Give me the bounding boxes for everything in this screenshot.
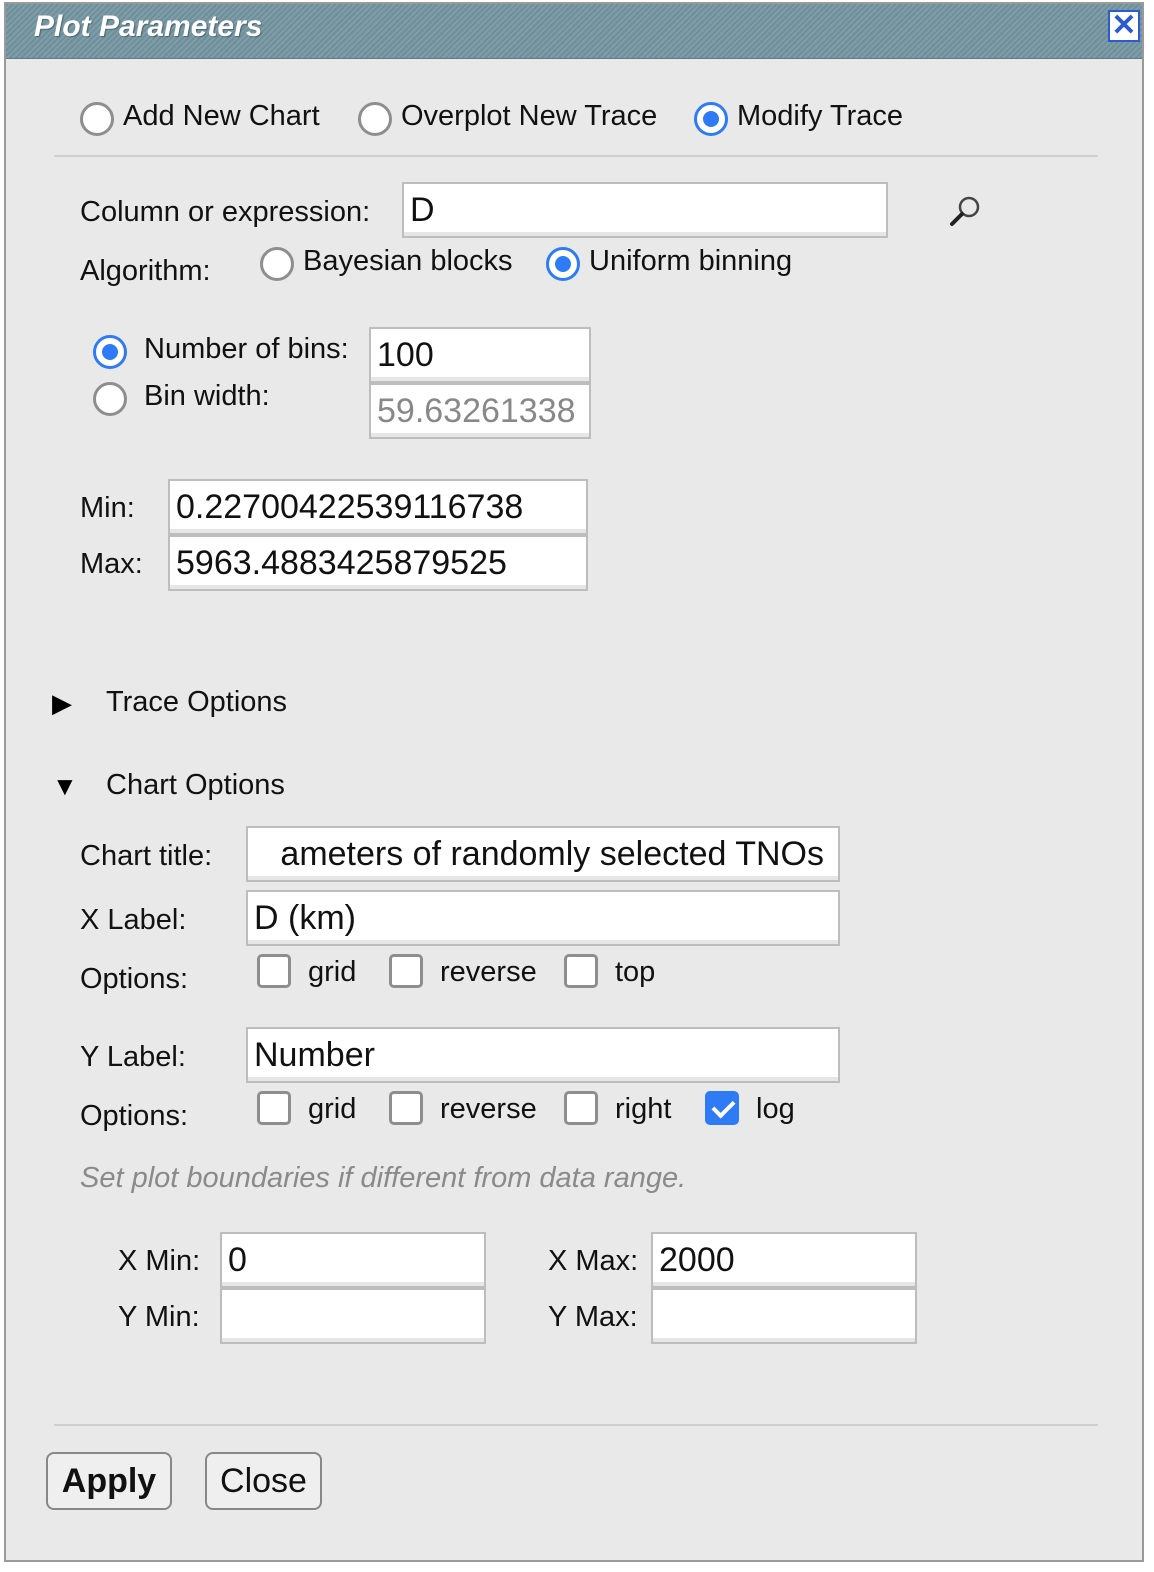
dialog-title: Plot Parameters — [34, 10, 263, 43]
x-options-label: Options: — [80, 963, 188, 995]
add-new-chart-label: Add New Chart — [123, 100, 320, 132]
x-max-label: X Max: — [548, 1245, 639, 1277]
x-top-checkbox[interactable] — [564, 954, 598, 988]
column-label: Column or expression: — [80, 196, 371, 228]
overplot-new-trace-label: Overplot New Trace — [401, 100, 658, 132]
y-label-input[interactable]: Number — [246, 1027, 840, 1083]
max-input[interactable]: 5963.4883425879525 — [168, 535, 588, 591]
close-icon[interactable]: ✕ — [1108, 10, 1140, 42]
y-grid-checkbox[interactable] — [257, 1091, 291, 1125]
x-min-label: X Min: — [118, 1245, 201, 1277]
number-of-bins-label: Number of bins: — [144, 333, 349, 365]
x-grid-label: grid — [308, 956, 357, 988]
y-log-label: log — [756, 1093, 795, 1125]
x-grid-checkbox[interactable] — [257, 954, 291, 988]
boundaries-hint: Set plot boundaries if different from da… — [80, 1162, 687, 1194]
expand-triangle-icon[interactable]: ▶ — [52, 688, 72, 719]
number-of-bins-input[interactable]: 100 — [369, 327, 591, 383]
y-grid-label: grid — [308, 1093, 357, 1125]
x-reverse-label: reverse — [440, 956, 537, 988]
modify-trace-radio[interactable] — [694, 102, 728, 136]
min-label: Min: — [80, 492, 135, 524]
apply-button[interactable]: Apply — [46, 1452, 172, 1510]
bayesian-blocks-label: Bayesian blocks — [303, 245, 513, 277]
y-label-label: Y Label: — [80, 1041, 186, 1073]
y-min-label: Y Min: — [118, 1301, 200, 1333]
uniform-binning-radio[interactable] — [546, 247, 580, 281]
x-max-input[interactable]: 2000 — [651, 1232, 917, 1288]
collapse-triangle-icon[interactable]: ▼ — [52, 771, 78, 802]
y-max-input[interactable] — [651, 1288, 917, 1344]
chart-options-toggle[interactable]: Chart Options — [106, 769, 285, 802]
bayesian-blocks-radio[interactable] — [260, 247, 294, 281]
uniform-binning-label: Uniform binning — [589, 245, 793, 277]
modify-trace-label: Modify Trace — [737, 100, 903, 132]
column-expression-input[interactable]: D — [402, 182, 888, 238]
chart-title-input[interactable]: ameters of randomly selected TNOs — [246, 826, 840, 882]
max-label: Max: — [80, 548, 143, 580]
y-max-label: Y Max: — [548, 1301, 638, 1333]
chart-title-label: Chart title: — [80, 840, 213, 872]
min-input[interactable]: 0.22700422539116738 — [168, 479, 588, 535]
y-log-checkbox[interactable] — [705, 1091, 739, 1125]
y-reverse-label: reverse — [440, 1093, 537, 1125]
close-button[interactable]: Close — [205, 1452, 322, 1510]
divider-bottom — [54, 1424, 1098, 1426]
x-label-input[interactable]: D (km) — [246, 890, 840, 946]
x-label-label: X Label: — [80, 904, 187, 936]
add-new-chart-radio[interactable] — [80, 102, 114, 136]
title-bar[interactable]: Plot Parameters ✕ — [6, 4, 1142, 59]
bin-width-input[interactable]: 59.63261338 — [369, 383, 591, 439]
number-of-bins-radio[interactable] — [93, 335, 127, 369]
x-top-label: top — [615, 956, 656, 988]
magnifier-icon[interactable] — [946, 192, 984, 230]
trace-options-toggle[interactable]: Trace Options — [106, 686, 287, 719]
x-reverse-checkbox[interactable] — [389, 954, 423, 988]
divider-top — [54, 155, 1098, 157]
algorithm-label: Algorithm: — [80, 255, 211, 287]
y-min-input[interactable] — [220, 1288, 486, 1344]
bin-width-label: Bin width: — [144, 380, 270, 412]
overplot-new-trace-radio[interactable] — [358, 102, 392, 136]
x-min-input[interactable]: 0 — [220, 1232, 486, 1288]
y-options-label: Options: — [80, 1100, 188, 1132]
y-reverse-checkbox[interactable] — [389, 1091, 423, 1125]
y-right-checkbox[interactable] — [564, 1091, 598, 1125]
plot-parameters-dialog: Plot Parameters ✕ Add New Chart Overplot… — [4, 2, 1144, 1562]
y-right-label: right — [615, 1093, 672, 1125]
bin-width-radio[interactable] — [93, 382, 127, 416]
